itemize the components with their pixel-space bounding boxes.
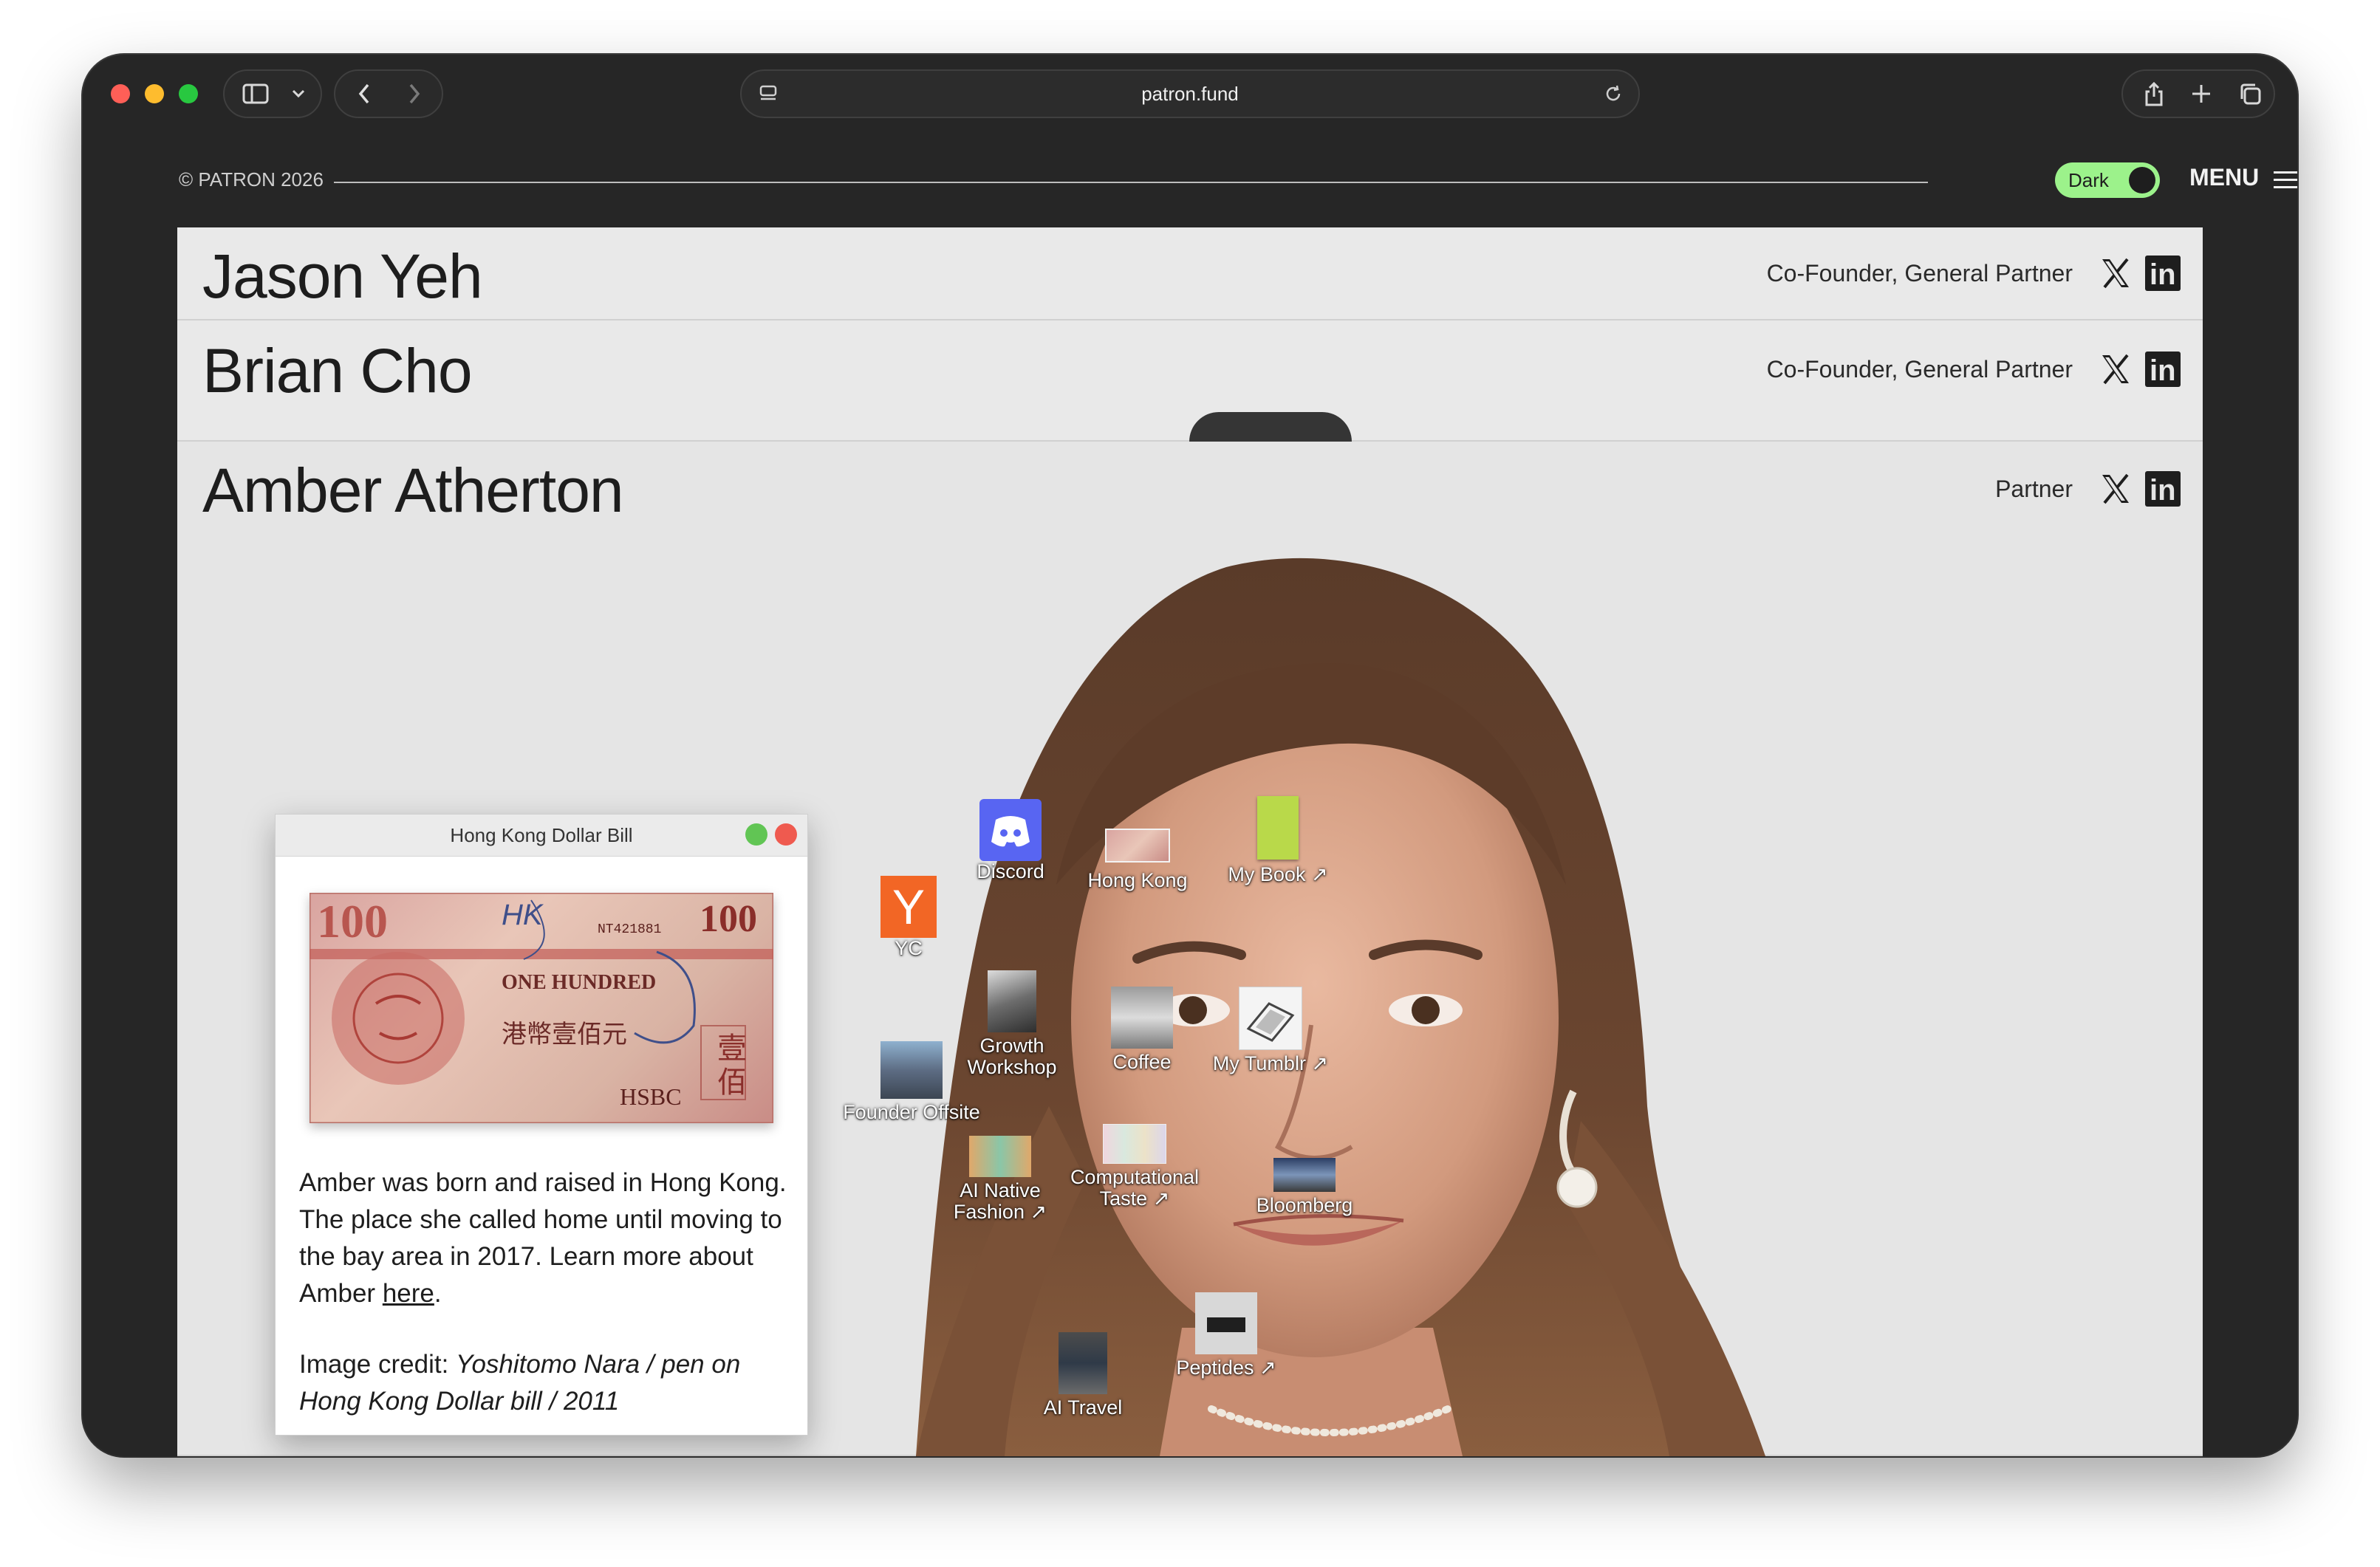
desktop-icon-label: Founder Offsite bbox=[843, 1101, 980, 1123]
close-window-button[interactable] bbox=[111, 84, 130, 103]
palette-thumbnail-icon bbox=[1103, 1124, 1166, 1164]
url-text[interactable]: patron.fund bbox=[742, 71, 1638, 117]
sidebar-toggle-group bbox=[223, 69, 322, 118]
banknote-icon bbox=[1105, 829, 1170, 863]
bill-bank-name: HSBC bbox=[620, 1083, 682, 1110]
header-divider bbox=[334, 182, 1928, 183]
desktop-icon-label: Coffee bbox=[1112, 1051, 1172, 1073]
travel-photo-icon bbox=[1059, 1332, 1107, 1394]
info-popup-window[interactable]: Hong Kong Dollar Bill 100 100 NT421881 H… bbox=[275, 814, 808, 1436]
new-tab-icon[interactable] bbox=[2181, 71, 2222, 117]
theme-toggle-label: Dark bbox=[2068, 169, 2109, 191]
desktop-icon-ai-native-fashion[interactable]: AI Native Fashion ↗ bbox=[926, 1136, 1074, 1223]
team-row-amber: Amber Atherton Partner in Y YC Discord H… bbox=[177, 442, 2203, 1456]
member-role: Co-Founder, General Partner bbox=[1766, 356, 2073, 383]
popup-description: Amber was born and raised in Hong Kong. … bbox=[299, 1165, 787, 1312]
desktop-icon-label: AI Travel bbox=[1043, 1396, 1123, 1419]
book-cover-icon bbox=[1257, 796, 1299, 860]
x-twitter-icon[interactable] bbox=[2099, 353, 2132, 385]
member-role: Co-Founder, General Partner bbox=[1766, 260, 2073, 287]
desktop-icon-label: Computational Taste ↗ bbox=[1070, 1166, 1200, 1210]
linkedin-icon[interactable]: in bbox=[2145, 352, 2181, 387]
site-header: © PATRON 2026 Dark MENU bbox=[179, 158, 2297, 202]
bill-chinese-text: 港幣壹佰元 bbox=[502, 1020, 627, 1049]
desktop-icon-peptides[interactable]: Peptides ↗ bbox=[1152, 1292, 1300, 1379]
hidden-portrait-peek bbox=[1189, 412, 1352, 442]
photo-thumbnail-icon bbox=[988, 970, 1036, 1032]
bill-number-right: 100 bbox=[700, 898, 757, 940]
bill-stamp: HK bbox=[502, 899, 543, 931]
product-thumbnail-icon bbox=[1195, 1292, 1257, 1354]
laptop-sketch-icon bbox=[1239, 987, 1302, 1050]
desktop-icon-coffee[interactable]: Coffee bbox=[1068, 987, 1216, 1073]
learn-more-link[interactable]: here bbox=[383, 1279, 434, 1308]
hamburger-icon[interactable] bbox=[2274, 171, 2297, 193]
bill-number-left: 100 bbox=[317, 895, 388, 947]
x-twitter-icon[interactable] bbox=[2099, 257, 2132, 289]
desktop-icon-bloomberg[interactable]: Bloomberg bbox=[1231, 1158, 1378, 1216]
desktop-icon-yc[interactable]: Y YC bbox=[835, 876, 982, 959]
desktop-icon-discord[interactable]: Discord bbox=[937, 799, 1084, 882]
discord-icon bbox=[979, 799, 1042, 861]
reload-icon[interactable] bbox=[1598, 71, 1628, 117]
share-icon[interactable] bbox=[2133, 71, 2175, 117]
forward-arrow-icon[interactable] bbox=[396, 71, 433, 117]
bill-side-characters: 壹佰 bbox=[717, 1032, 747, 1100]
popup-description-end: . bbox=[434, 1279, 442, 1308]
desktop-icon-hong-kong[interactable]: Hong Kong bbox=[1064, 829, 1211, 891]
desktop-icon-label: Hong Kong bbox=[1087, 869, 1188, 891]
zoom-window-button[interactable] bbox=[179, 84, 198, 103]
window-actions-group bbox=[2121, 69, 2275, 118]
chevron-down-icon[interactable] bbox=[284, 71, 313, 117]
desktop-icon-label: My Tumblr ↗ bbox=[1212, 1052, 1329, 1074]
desktop-icon-label: My Book ↗ bbox=[1228, 863, 1328, 885]
member-name: Jason Yeh bbox=[202, 241, 483, 311]
bill-english-text: ONE HUNDRED bbox=[502, 971, 657, 994]
linkedin-icon[interactable]: in bbox=[2145, 256, 2181, 291]
minimize-window-button[interactable] bbox=[145, 84, 164, 103]
theme-toggle[interactable]: Dark bbox=[2055, 162, 2160, 198]
desktop-icon-my-book[interactable]: My Book ↗ bbox=[1204, 796, 1352, 885]
desktop-icon-label: AI Native Fashion ↗ bbox=[953, 1179, 1047, 1223]
popup-title-bar[interactable]: Hong Kong Dollar Bill bbox=[276, 815, 807, 857]
browser-toolbar: patron.fund bbox=[83, 55, 2297, 133]
popup-description-text: Amber was born and raised in Hong Kong. … bbox=[299, 1168, 787, 1308]
tab-overview-icon[interactable] bbox=[2229, 71, 2271, 117]
theme-toggle-knob bbox=[2129, 167, 2155, 193]
bill-serial: NT421881 bbox=[598, 922, 662, 937]
copyright-text: © PATRON 2026 bbox=[179, 168, 324, 191]
tv-thumbnail-icon bbox=[1273, 1158, 1336, 1192]
desktop-icon-founder-offsite[interactable]: Founder Offsite bbox=[838, 1041, 985, 1123]
sidebar-icon[interactable] bbox=[238, 71, 273, 117]
yc-logo-icon: Y bbox=[880, 876, 937, 938]
back-arrow-icon[interactable] bbox=[346, 71, 383, 117]
desktop-icon-label: Peptides ↗ bbox=[1176, 1357, 1276, 1379]
image-credit-label: Image credit: bbox=[299, 1350, 456, 1379]
coffee-photo-icon bbox=[1111, 987, 1173, 1049]
popup-title: Hong Kong Dollar Bill bbox=[450, 824, 633, 846]
popup-close-button[interactable] bbox=[775, 823, 797, 846]
popup-expand-button[interactable] bbox=[745, 823, 767, 846]
fashion-thumbnail-icon bbox=[969, 1136, 1031, 1177]
member-name: Brian Cho bbox=[202, 336, 473, 405]
address-bar[interactable]: patron.fund bbox=[740, 69, 1640, 118]
browser-window: patron.fund © PATRON 2026 Dark MENU Jaso… bbox=[83, 55, 2297, 1456]
hong-kong-dollar-bill-image: 100 100 NT421881 HK ONE HUNDRED 港幣壹佰元 HS… bbox=[308, 891, 775, 1125]
team-row-brian[interactable]: Brian Cho Co-Founder, General Partner in bbox=[177, 320, 2203, 442]
desktop-icon-label: YC bbox=[895, 937, 923, 959]
image-credit: Image credit: Yoshitomo Nara / pen on Ho… bbox=[299, 1346, 787, 1420]
desktop-icon-ai-travel[interactable]: AI Travel bbox=[1009, 1332, 1157, 1419]
group-photo-icon bbox=[880, 1041, 943, 1099]
desktop-icon-label: Discord bbox=[977, 860, 1044, 882]
desktop-icon-label: Bloomberg bbox=[1256, 1194, 1353, 1216]
team-row-jason[interactable]: Jason Yeh Co-Founder, General Partner in bbox=[177, 227, 2203, 320]
menu-button[interactable]: MENU bbox=[2189, 164, 2259, 191]
team-section: Jason Yeh Co-Founder, General Partner in… bbox=[177, 227, 2203, 1456]
desktop-icon-my-tumblr[interactable]: My Tumblr ↗ bbox=[1197, 987, 1344, 1074]
navigation-group bbox=[334, 69, 443, 118]
desktop-icon-computational-taste[interactable]: Computational Taste ↗ bbox=[1061, 1124, 1208, 1210]
